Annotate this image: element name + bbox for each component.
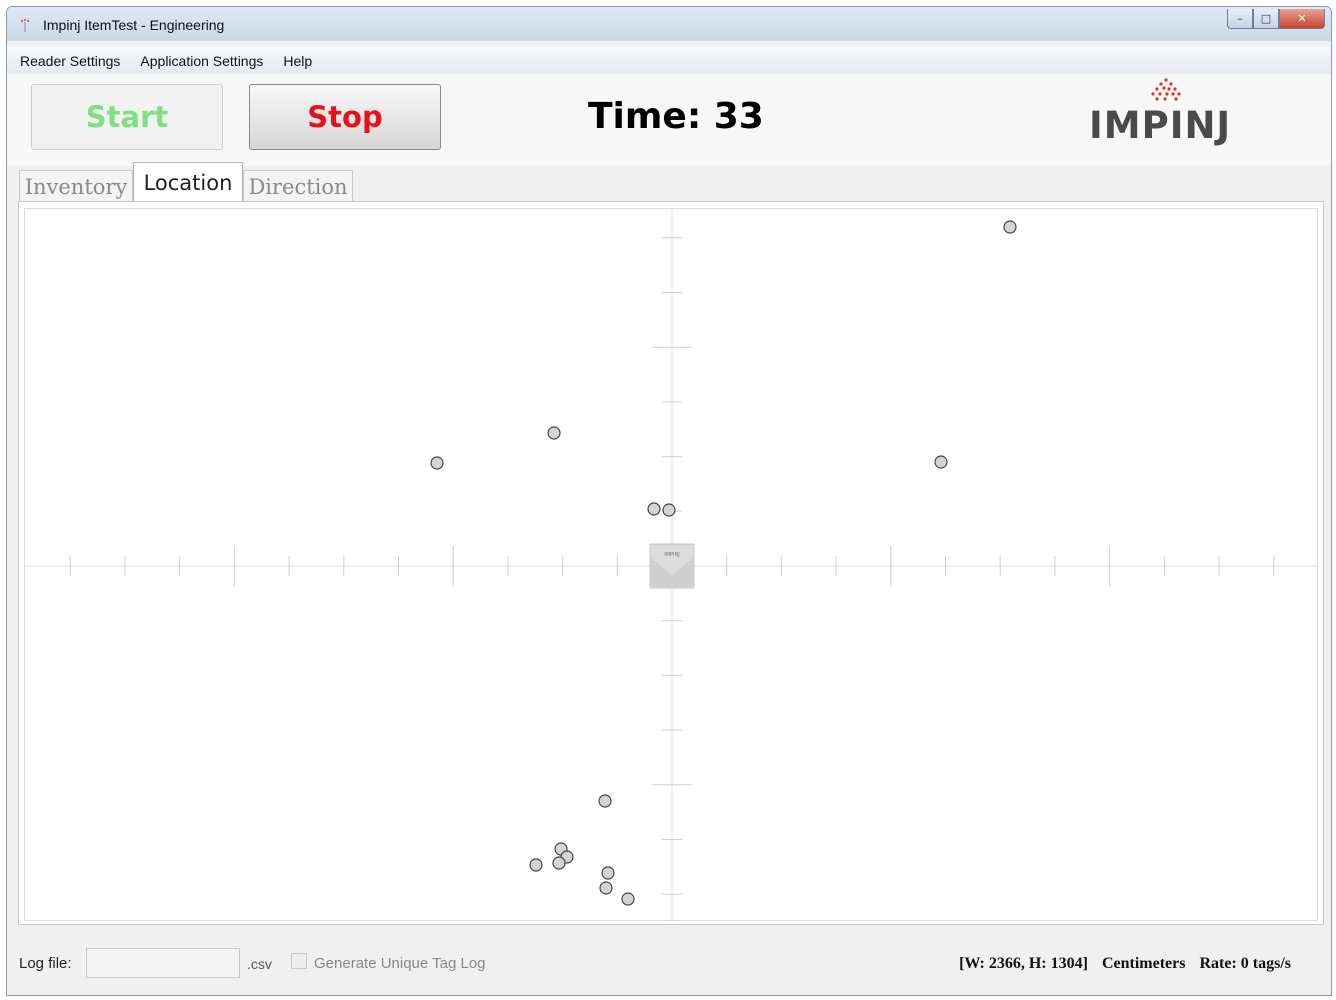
generate-unique-tag-log-checkbox[interactable] xyxy=(291,953,307,969)
tab-location[interactable]: Location xyxy=(133,162,243,202)
close-button[interactable]: ✕ xyxy=(1279,9,1325,29)
tag-marker[interactable] xyxy=(662,503,676,517)
tag-marker[interactable] xyxy=(934,455,948,469)
menu-help[interactable]: Help xyxy=(283,53,312,69)
area-dimensions: [W: 2366, H: 1304] xyxy=(959,955,1088,972)
tag-markers xyxy=(430,220,1017,906)
logo-text: IMPINJ xyxy=(1089,104,1232,147)
tab-direction[interactable]: Direction xyxy=(243,170,353,202)
tag-marker[interactable] xyxy=(1003,220,1017,234)
tag-marker[interactable] xyxy=(601,866,615,880)
reader-label: IMPINJ xyxy=(664,552,680,558)
tag-marker[interactable] xyxy=(647,502,661,516)
location-plot-svg: IMPINJ xyxy=(25,209,1319,922)
csv-suffix: .csv xyxy=(247,956,272,972)
read-rate: Rate: 0 tags/s xyxy=(1199,955,1291,972)
tag-marker[interactable] xyxy=(552,856,566,870)
title-bar: Impinj ItemTest - Engineering – □ ✕ xyxy=(7,7,1331,41)
maximize-icon: □ xyxy=(1260,12,1272,25)
tag-marker[interactable] xyxy=(598,794,612,808)
units-label: Centimeters xyxy=(1101,955,1186,972)
status-info: [W: 2366, H: 1304] Centimeters Rate: 0 t… xyxy=(949,955,1291,973)
tag-marker[interactable] xyxy=(599,881,613,895)
window-controls: – □ ✕ xyxy=(1227,9,1325,29)
status-bar: Log file: .csv Generate Unique Tag Log [… xyxy=(7,932,1331,992)
minimize-button[interactable]: – xyxy=(1227,9,1253,29)
tag-marker[interactable] xyxy=(621,892,635,906)
tag-marker[interactable] xyxy=(430,456,444,470)
location-plot: IMPINJ xyxy=(24,208,1319,922)
tag-marker[interactable] xyxy=(529,858,543,872)
toolbar: Start Stop Time: 33 IMPINJ xyxy=(7,74,1331,166)
close-icon: ✕ xyxy=(1297,12,1307,25)
start-button[interactable]: Start xyxy=(31,84,223,150)
app-icon xyxy=(20,18,30,32)
elapsed-time: Time: 33 xyxy=(588,96,764,137)
minimize-icon: – xyxy=(1237,12,1243,25)
generate-unique-tag-log-label: Generate Unique Tag Log xyxy=(314,955,486,972)
menu-application-settings[interactable]: Application Settings xyxy=(140,53,263,69)
log-file-input[interactable] xyxy=(86,948,240,978)
stop-button[interactable]: Stop xyxy=(249,84,441,150)
menu-bar: Reader Settings Application Settings Hel… xyxy=(7,47,1331,75)
menu-reader-settings[interactable]: Reader Settings xyxy=(20,53,120,69)
maximize-button[interactable]: □ xyxy=(1253,9,1279,29)
log-file-label: Log file: xyxy=(19,955,72,972)
tab-inventory[interactable]: Inventory xyxy=(19,170,133,202)
reader-marker: IMPINJ xyxy=(649,543,695,589)
impinj-logo: IMPINJ xyxy=(1081,74,1251,154)
tag-marker[interactable] xyxy=(547,426,561,440)
window-title: Impinj ItemTest - Engineering xyxy=(43,17,225,33)
